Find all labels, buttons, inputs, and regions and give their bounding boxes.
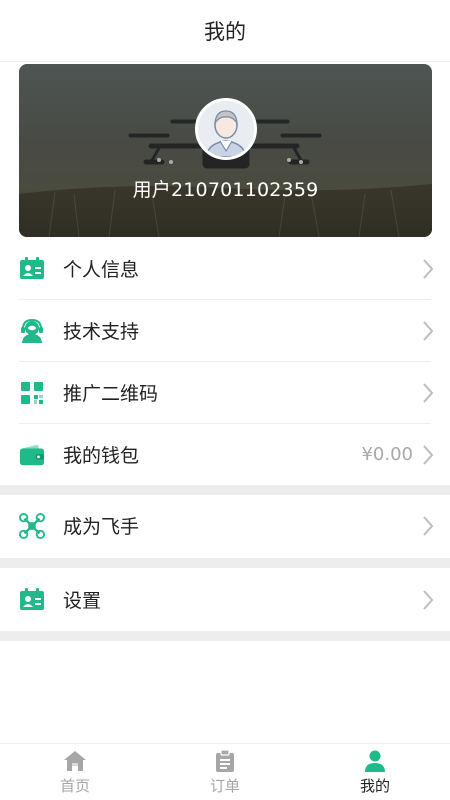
chevron-right-icon [423,444,434,465]
tab-orders[interactable]: 订单 [150,744,300,800]
id-card-icon [19,587,45,613]
tab-home[interactable]: 首页 [0,744,150,800]
menu-item-promo-qrcode[interactable]: 推广二维码 [0,362,450,423]
menu-item-settings[interactable]: 设置 [0,569,450,630]
page-title: 我的 [204,19,246,44]
home-icon [64,751,86,771]
avatar[interactable] [195,98,257,160]
menu-label-personal-info: 个人信息 [63,259,140,281]
tab-label-mine: 我的 [359,777,390,795]
menu-item-personal-info[interactable]: 个人信息 [0,238,450,299]
menu-label-tech-support: 技术支持 [63,321,140,343]
default-avatar-icon [198,101,254,157]
qrcode-icon [19,380,45,406]
menu-label-become-pilot: 成为飞手 [63,516,140,538]
menu-item-tech-support[interactable]: 技术支持 [0,300,450,361]
drone-icon [19,512,45,539]
section-separator [0,558,450,568]
tab-label-home: 首页 [59,777,90,795]
clipboard-icon [216,750,234,772]
menu-label-settings: 设置 [63,590,102,612]
tab-mine[interactable]: 我的 [300,744,450,800]
chevron-right-icon [423,515,434,536]
chevron-right-icon [423,320,434,341]
bottom-tab-bar: 首页 订单 我的 [0,743,450,800]
person-icon [365,750,385,772]
tab-label-orders: 订单 [209,777,240,795]
section-separator [0,485,450,495]
menu-label-promo-qrcode: 推广二维码 [63,383,159,405]
chevron-right-icon [423,258,434,279]
menu-item-become-pilot[interactable]: 成为飞手 [0,495,450,556]
wallet-icon [19,442,45,468]
title-bar: 我的 [0,0,450,62]
username: 用户210701102359 [132,179,319,201]
id-card-icon [19,256,45,282]
menu-label-wallet: 我的钱包 [63,445,140,467]
support-agent-icon [19,318,45,344]
chevron-right-icon [423,589,434,610]
chevron-right-icon [423,382,434,403]
profile-banner[interactable]: 用户210701102359 [19,64,432,237]
wallet-balance: ¥0.00 [361,444,413,465]
section-separator [0,631,450,641]
menu-item-wallet[interactable]: 我的钱包 ¥0.00 [0,424,450,485]
